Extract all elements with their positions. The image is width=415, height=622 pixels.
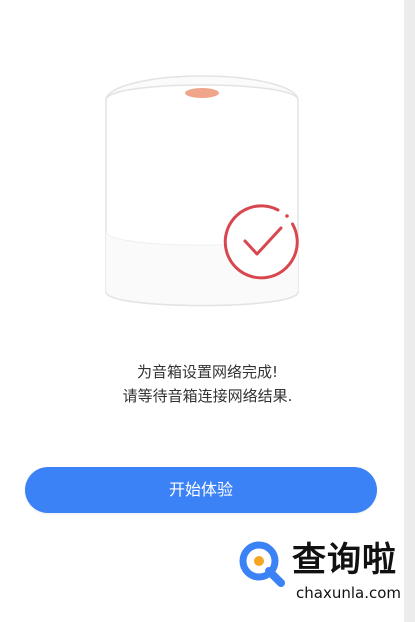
setup-complete-screen: 为音箱设置网络完成! 请等待音箱连接网络结果. 开始体验 查询啦 chaxunl… bbox=[0, 0, 415, 622]
check-circle-icon bbox=[223, 204, 299, 280]
watermark-title: 查询啦 bbox=[292, 540, 397, 580]
setup-message: 为音箱设置网络完成! 请等待音箱连接网络结果. bbox=[0, 360, 415, 408]
speaker-light-icon bbox=[185, 88, 219, 98]
speaker-illustration bbox=[105, 75, 299, 307]
watermark-url: chaxunla.com bbox=[296, 584, 401, 602]
message-line-1: 为音箱设置网络完成! bbox=[136, 363, 278, 381]
watermark: 查询啦 chaxunla.com bbox=[228, 532, 404, 610]
message-line-2: 请等待音箱连接网络结果. bbox=[122, 387, 293, 405]
q-magnifier-logo-icon bbox=[239, 541, 285, 587]
start-experience-button[interactable]: 开始体验 bbox=[25, 467, 377, 513]
